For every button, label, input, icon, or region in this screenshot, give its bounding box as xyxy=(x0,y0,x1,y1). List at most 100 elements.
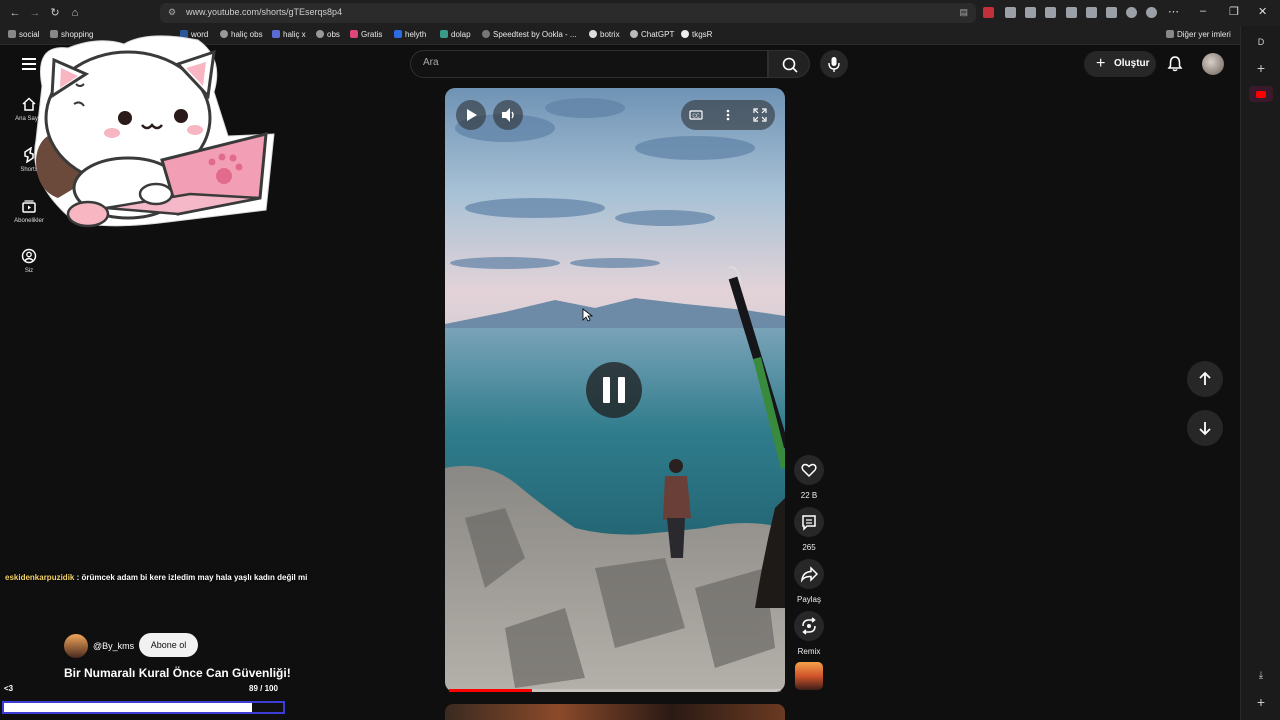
chat-username: eskidenkarpuzidik xyxy=(5,573,75,582)
video-progress-bar[interactable] xyxy=(449,689,781,692)
previous-short-button[interactable] xyxy=(1187,361,1223,397)
svg-text:CC: CC xyxy=(692,114,700,120)
sound-thumbnail[interactable] xyxy=(795,662,823,690)
stream-heart-text: <3 xyxy=(4,684,14,693)
search-box[interactable] xyxy=(410,50,768,78)
dolap-icon xyxy=(440,30,448,38)
chat-text: : örümcek adam bi kere izledim may hala … xyxy=(74,573,308,582)
subscribe-button[interactable]: Abone ol xyxy=(139,633,198,657)
browser-toolbar: ← → ↻ ⌂ ⚙ www.youtube.com/shorts/gTEserq… xyxy=(0,0,1280,26)
chatgpt-icon xyxy=(630,30,638,38)
remix-icon xyxy=(802,617,816,635)
bookmark-item[interactable]: Gratis xyxy=(350,30,382,39)
short-title: Bir Numaralı Kural Önce Can Güvenliği! xyxy=(64,666,291,680)
pause-button[interactable] xyxy=(586,362,642,418)
site-info-icon[interactable]: ⚙ xyxy=(168,7,176,18)
address-bar[interactable]: ⚙ www.youtube.com/shorts/gTEserqs8p4 ▤ xyxy=(160,3,976,23)
url-text: www.youtube.com/shorts/gTEserqs8p4 xyxy=(186,7,343,17)
add-icon[interactable]: + xyxy=(1253,60,1269,76)
fullscreen-icon[interactable] xyxy=(753,108,767,122)
share-icon xyxy=(800,566,819,583)
more-options-icon[interactable] xyxy=(721,108,735,122)
cat-with-laptop-sticker xyxy=(34,35,275,228)
folder-icon xyxy=(1166,30,1174,38)
like-button[interactable] xyxy=(794,455,824,485)
download-icon[interactable]: ⤓ xyxy=(1253,668,1269,684)
stream-goal-bar xyxy=(2,701,285,714)
share-button[interactable] xyxy=(794,559,824,589)
share-action[interactable]: Paylaş xyxy=(793,559,825,604)
heart-icon xyxy=(801,463,817,478)
profile-icon[interactable] xyxy=(1126,7,1137,18)
plus-icon: + xyxy=(1096,55,1106,72)
channel-name[interactable]: @By_kms xyxy=(93,641,134,651)
helyth-icon xyxy=(394,30,402,38)
browser-sidebar: D + ⤓ + xyxy=(1240,26,1280,720)
tkgsr-icon xyxy=(681,30,689,38)
sidebar-toggle-icon[interactable] xyxy=(1066,7,1077,18)
stream-goal-fill xyxy=(4,703,253,712)
stream-chat-message: eskidenkarpuzidik : örümcek adam bi kere… xyxy=(5,573,307,582)
bookmark-item[interactable]: Speedtest by Ookla - ... xyxy=(482,30,577,39)
voice-search-button[interactable] xyxy=(820,50,848,78)
bookmark-item[interactable]: botrix xyxy=(589,30,620,39)
bookmark-icon[interactable] xyxy=(1086,7,1097,18)
extension-365-icon[interactable] xyxy=(983,7,994,18)
sidebar-letter-icon[interactable]: D xyxy=(1253,34,1269,50)
home-browser-icon[interactable]: ⌂ xyxy=(68,6,82,20)
bookmark-item[interactable]: obs xyxy=(316,30,340,39)
back-icon[interactable]: ← xyxy=(8,6,22,20)
mouse-cursor-icon xyxy=(582,308,594,322)
play-button[interactable] xyxy=(456,100,486,130)
search-input[interactable] xyxy=(423,57,753,68)
forward-icon[interactable]: → xyxy=(28,6,42,20)
like-action[interactable]: 22 B xyxy=(793,455,825,500)
stream-goal-counter: 89 / 100 xyxy=(249,684,278,693)
video-options-group: CC xyxy=(681,100,775,130)
youtube-logo-icon xyxy=(1256,91,1266,98)
add-icon[interactable]: + xyxy=(1253,694,1269,710)
camera-icon[interactable] xyxy=(1025,7,1036,18)
reload-icon[interactable]: ↻ xyxy=(48,6,62,20)
search-button[interactable] xyxy=(768,50,810,78)
youtube-app-icon[interactable] xyxy=(1249,86,1273,102)
next-short-button[interactable] xyxy=(1187,410,1223,446)
comments-action[interactable]: 265 xyxy=(793,507,825,552)
sidebar-item-you[interactable]: Siz xyxy=(8,248,50,274)
minimize-icon[interactable]: – xyxy=(1200,5,1206,17)
history-icon[interactable] xyxy=(1106,7,1117,18)
reader-icon[interactable]: ▤ xyxy=(959,7,968,18)
close-icon[interactable]: ✕ xyxy=(1258,5,1267,18)
globe-icon xyxy=(316,30,324,38)
volume-button[interactable] xyxy=(493,100,523,130)
channel-avatar[interactable] xyxy=(64,634,88,658)
bookmark-item[interactable]: dolap xyxy=(440,30,471,39)
other-bookmarks[interactable]: Diğer yer imleri xyxy=(1166,30,1231,39)
play-icon xyxy=(467,109,477,121)
comment-icon xyxy=(802,515,816,531)
volume-icon xyxy=(502,108,514,122)
bookmark-item[interactable]: helyth xyxy=(394,30,426,39)
bookmark-item[interactable]: tkgsR xyxy=(681,30,712,39)
search-icon xyxy=(782,57,798,73)
remix-action[interactable]: Remix xyxy=(793,611,825,656)
remix-button[interactable] xyxy=(794,611,824,641)
captions-icon[interactable]: CC xyxy=(689,108,703,122)
restore-icon[interactable]: ❐ xyxy=(1229,5,1239,18)
microphone-icon xyxy=(828,57,840,72)
more-icon[interactable]: ⋯ xyxy=(1168,5,1179,18)
botrix-icon xyxy=(589,30,597,38)
extension-icon[interactable] xyxy=(1005,7,1016,18)
speedtest-icon xyxy=(482,30,490,38)
folder-icon xyxy=(8,30,16,38)
settings-icon[interactable] xyxy=(1146,7,1157,18)
bookmark-item[interactable]: ChatGPT xyxy=(630,30,674,39)
key-icon[interactable] xyxy=(1045,7,1056,18)
comments-button[interactable] xyxy=(794,507,824,537)
account-avatar[interactable] xyxy=(1202,53,1224,75)
create-button[interactable]: + Oluştur xyxy=(1084,51,1156,77)
you-icon xyxy=(21,248,37,264)
next-short-preview[interactable] xyxy=(445,704,785,720)
video-progress-fill xyxy=(449,689,532,692)
notifications-bell-icon[interactable] xyxy=(1166,55,1184,73)
